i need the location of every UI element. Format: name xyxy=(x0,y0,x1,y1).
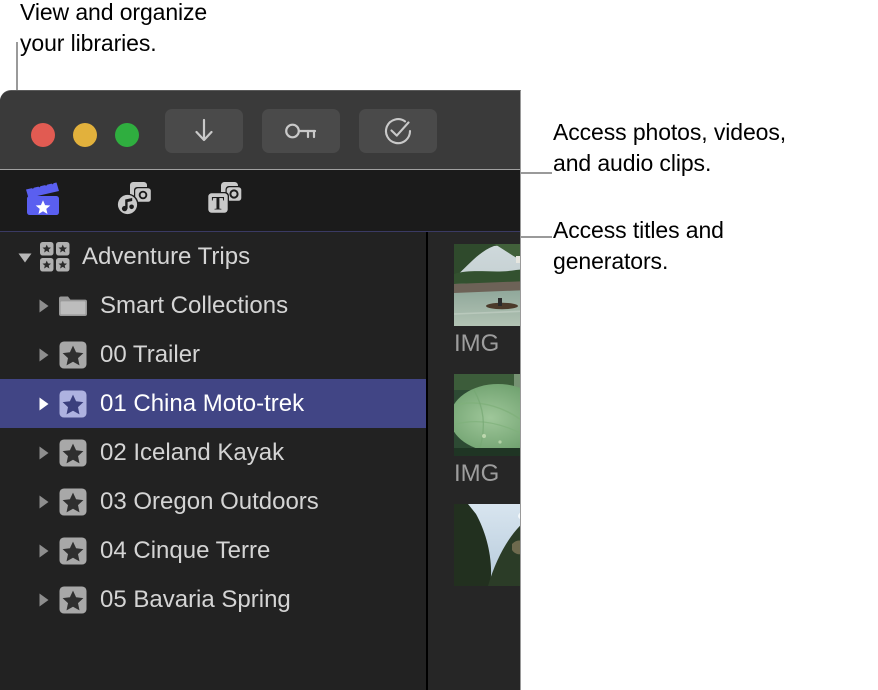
disclosure-triangle-closed-icon[interactable] xyxy=(30,345,56,365)
sidebar-row-event-00-trailer[interactable]: 00 Trailer xyxy=(0,330,426,379)
sidebar-row-label: 05 Bavaria Spring xyxy=(100,585,291,613)
clip-item[interactable]: IMG xyxy=(454,244,520,356)
final-cut-pro-window: T Adventure Trips Smart Collections 00 T… xyxy=(0,90,521,690)
minimize-window-button[interactable] xyxy=(73,123,97,147)
photos-audio-icon xyxy=(114,180,156,223)
sidebar-row-label: Adventure Trips xyxy=(82,242,251,270)
clip-item[interactable]: IMG xyxy=(454,374,520,486)
toolbar-button-group xyxy=(165,109,437,153)
clip-browser: IMG IMG xyxy=(428,232,520,690)
media-tab-strip: T xyxy=(0,170,520,232)
libraries-sidebar: Adventure Trips Smart Collections 00 Tra… xyxy=(0,232,428,690)
library-grid-icon xyxy=(38,241,72,273)
star-event-icon xyxy=(56,438,90,468)
svg-text:T: T xyxy=(212,193,225,214)
analyze-button[interactable] xyxy=(359,109,437,153)
clapperboard-star-icon xyxy=(23,177,65,223)
callout-text-libraries: View and organize your libraries. xyxy=(20,0,208,56)
media-tab[interactable] xyxy=(113,179,157,223)
import-media-button[interactable] xyxy=(165,109,243,153)
clip-thumbnail-river-village[interactable] xyxy=(454,244,520,326)
sidebar-row-event-02-iceland-kayak[interactable]: 02 Iceland Kayak xyxy=(0,428,426,477)
sidebar-row-label: 04 Cinque Terre xyxy=(100,536,271,564)
clip-label: IMG xyxy=(454,460,500,487)
disclosure-triangle-closed-icon[interactable] xyxy=(30,590,56,610)
clip-thumbnail-karst-mountain[interactable] xyxy=(454,504,520,586)
star-event-icon xyxy=(56,389,90,419)
close-window-button[interactable] xyxy=(31,123,55,147)
callout-text-media: Access photos, videos, and audio clips. xyxy=(553,119,787,176)
clip-label: IMG xyxy=(454,330,500,357)
arrow-down-icon xyxy=(193,118,215,144)
sidebar-row-event-01-china-moto-trek[interactable]: 01 China Moto-trek xyxy=(0,379,426,428)
key-icon xyxy=(284,120,318,142)
sidebar-row-library[interactable]: Adventure Trips xyxy=(0,232,426,281)
keyword-button[interactable] xyxy=(262,109,340,153)
titles-tab[interactable]: T xyxy=(202,179,246,223)
disclosure-triangle-closed-icon[interactable] xyxy=(30,296,56,316)
check-circle-icon xyxy=(383,116,413,146)
sidebar-row-smart-collections[interactable]: Smart Collections xyxy=(0,281,426,330)
sidebar-row-event-03-oregon-outdoors[interactable]: 03 Oregon Outdoors xyxy=(0,477,426,526)
callout-text-titles: Access titles and generators. xyxy=(553,217,724,274)
titles-generators-icon: T xyxy=(203,180,245,223)
libraries-tab[interactable] xyxy=(22,177,66,223)
disclosure-triangle-closed-icon[interactable] xyxy=(30,541,56,561)
sidebar-row-label: 01 China Moto-trek xyxy=(100,389,305,417)
disclosure-triangle-open-icon[interactable] xyxy=(12,247,38,267)
star-event-icon xyxy=(56,340,90,370)
clip-item[interactable] xyxy=(454,504,520,586)
star-event-icon xyxy=(56,585,90,615)
disclosure-triangle-closed-icon[interactable] xyxy=(30,443,56,463)
window-titlebar xyxy=(0,91,520,170)
disclosure-triangle-closed-icon[interactable] xyxy=(30,394,56,414)
star-event-icon xyxy=(56,536,90,566)
sidebar-row-event-05-bavaria-spring[interactable]: 05 Bavaria Spring xyxy=(0,575,426,624)
clip-thumbnail-lotus-leaf[interactable] xyxy=(454,374,520,456)
sidebar-row-label: Smart Collections xyxy=(100,291,289,319)
sidebar-row-label: 00 Trailer xyxy=(100,340,201,368)
sidebar-row-label: 02 Iceland Kayak xyxy=(100,438,285,466)
maximize-window-button[interactable] xyxy=(115,123,139,147)
sidebar-row-label: 03 Oregon Outdoors xyxy=(100,487,319,515)
sidebar-row-event-04-cinque-terre[interactable]: 04 Cinque Terre xyxy=(0,526,426,575)
star-event-icon xyxy=(56,487,90,517)
window-body: Adventure Trips Smart Collections 00 Tra… xyxy=(0,232,520,690)
folder-icon xyxy=(56,293,90,319)
disclosure-triangle-closed-icon[interactable] xyxy=(30,492,56,512)
traffic-light-group xyxy=(31,123,139,147)
